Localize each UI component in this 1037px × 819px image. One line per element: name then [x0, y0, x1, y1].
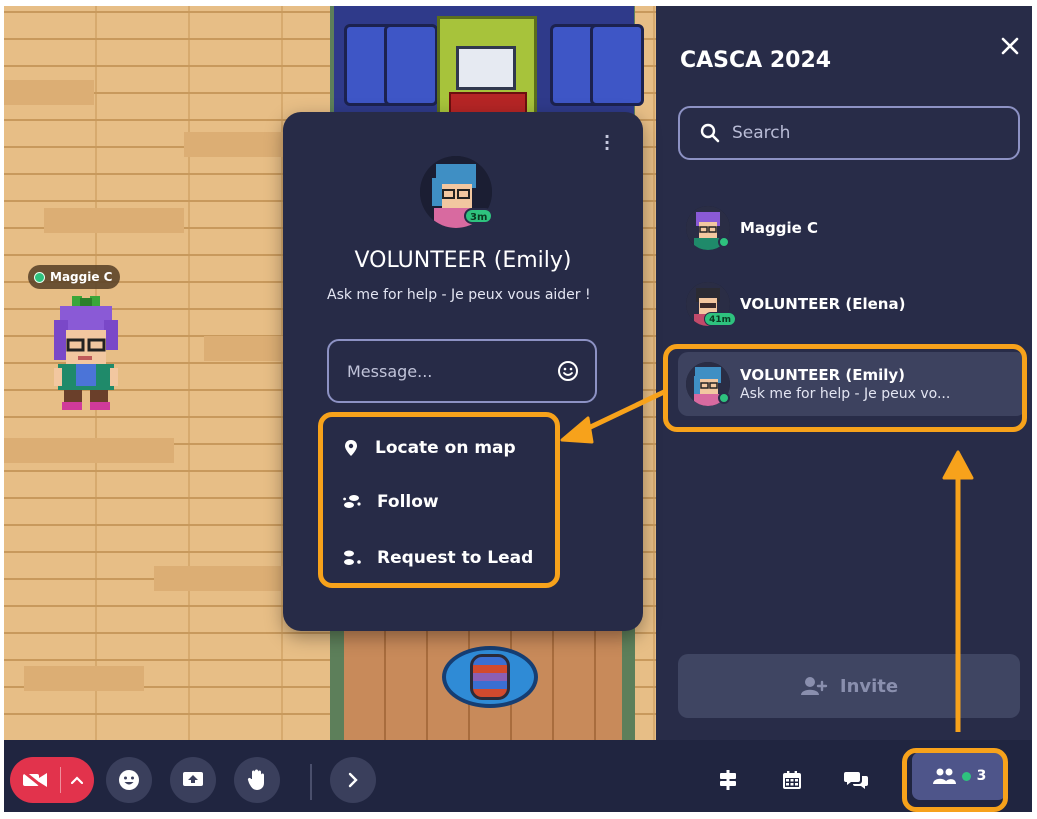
participants-panel: CASCA 2024 Maggie C	[656, 6, 1032, 740]
calendar-icon	[783, 771, 801, 789]
raise-hand-icon	[247, 769, 264, 790]
smiley-icon[interactable]	[557, 360, 579, 382]
people-icon	[932, 768, 956, 784]
map-pin-icon	[345, 440, 357, 456]
close-icon[interactable]	[998, 34, 1022, 64]
member-name: Maggie C	[740, 219, 819, 237]
more-vertical-icon[interactable]: · · ·	[601, 129, 613, 157]
signpost-button[interactable]	[710, 762, 746, 798]
map-screen	[456, 46, 516, 90]
chevron-up-icon[interactable]	[61, 776, 93, 784]
online-status-dot	[961, 771, 971, 781]
emoji-button[interactable]	[106, 757, 152, 803]
action-label: Locate on map	[375, 438, 516, 458]
online-status-dot	[34, 271, 45, 283]
away-time-badge: 3m	[464, 208, 494, 224]
chat-icon	[844, 772, 868, 789]
map-table-base	[449, 92, 527, 114]
search-input[interactable]	[732, 123, 992, 143]
search-box[interactable]	[678, 106, 1020, 160]
add-person-icon	[800, 677, 828, 695]
chevron-right-icon	[348, 772, 358, 788]
expand-toolbar-button[interactable]	[330, 757, 376, 803]
map-object	[470, 654, 510, 700]
toolbar-divider	[310, 764, 312, 800]
lead-icon	[344, 550, 361, 565]
invite-button[interactable]: Invite	[678, 654, 1020, 718]
player-avatar-sprite[interactable]	[48, 296, 124, 414]
request-to-lead-action[interactable]: Request to Lead	[343, 548, 533, 568]
signpost-icon	[720, 770, 736, 790]
message-box[interactable]	[327, 339, 597, 403]
participants-button[interactable]: 3	[912, 752, 1006, 800]
panel-title: CASCA 2024	[680, 48, 832, 73]
profile-avatar: 3m	[420, 156, 494, 228]
avatar: 41m	[686, 282, 736, 326]
action-label: Request to Lead	[377, 548, 534, 568]
footsteps-icon	[343, 495, 361, 508]
player-name: Maggie C	[50, 270, 113, 284]
online-status-dot	[718, 392, 730, 404]
map-chair	[590, 24, 644, 106]
screen-share-icon	[183, 772, 203, 786]
participant-count: 3	[976, 768, 987, 784]
raise-hand-button[interactable]	[234, 757, 280, 803]
avatar	[686, 206, 730, 250]
emoji-icon	[119, 770, 139, 790]
calendar-button[interactable]	[774, 762, 810, 798]
member-status-message: Ask me for help - Je peux vo...	[740, 386, 951, 402]
chat-button[interactable]	[838, 762, 874, 798]
profile-status-message: Ask me for help - Je peux vous aider !	[327, 287, 591, 303]
profile-name: VOLUNTEER (Emily)	[354, 248, 572, 273]
locate-on-map-action[interactable]: Locate on map	[343, 438, 516, 458]
member-name: VOLUNTEER (Emily)	[740, 366, 905, 384]
message-input[interactable]	[347, 361, 547, 381]
player-name-tag: Maggie C	[28, 265, 121, 289]
member-name: VOLUNTEER (Elena)	[740, 295, 906, 313]
action-label: Follow	[377, 492, 439, 512]
member-item-emily[interactable]: VOLUNTEER (Emily) Ask me for help - Je p…	[678, 352, 1026, 416]
search-icon	[700, 123, 720, 143]
bottom-toolbar: 3	[4, 740, 1032, 812]
member-item-maggie[interactable]: Maggie C	[678, 196, 1026, 260]
away-time-badge: 41m	[704, 312, 736, 326]
follow-action[interactable]: Follow	[343, 492, 439, 512]
camera-toggle-button[interactable]	[10, 757, 94, 803]
screen-share-button[interactable]	[170, 757, 216, 803]
online-status-dot	[718, 236, 730, 248]
profile-card: · · · 3m VOLUNTEER (Emily) Ask me for help…	[283, 112, 643, 631]
member-item-elena[interactable]: 41m VOLUNTEER (Elena)	[678, 272, 1026, 336]
camera-off-icon[interactable]	[10, 757, 60, 803]
map-chair	[384, 24, 438, 106]
invite-label: Invite	[839, 675, 899, 697]
avatar	[686, 362, 730, 406]
